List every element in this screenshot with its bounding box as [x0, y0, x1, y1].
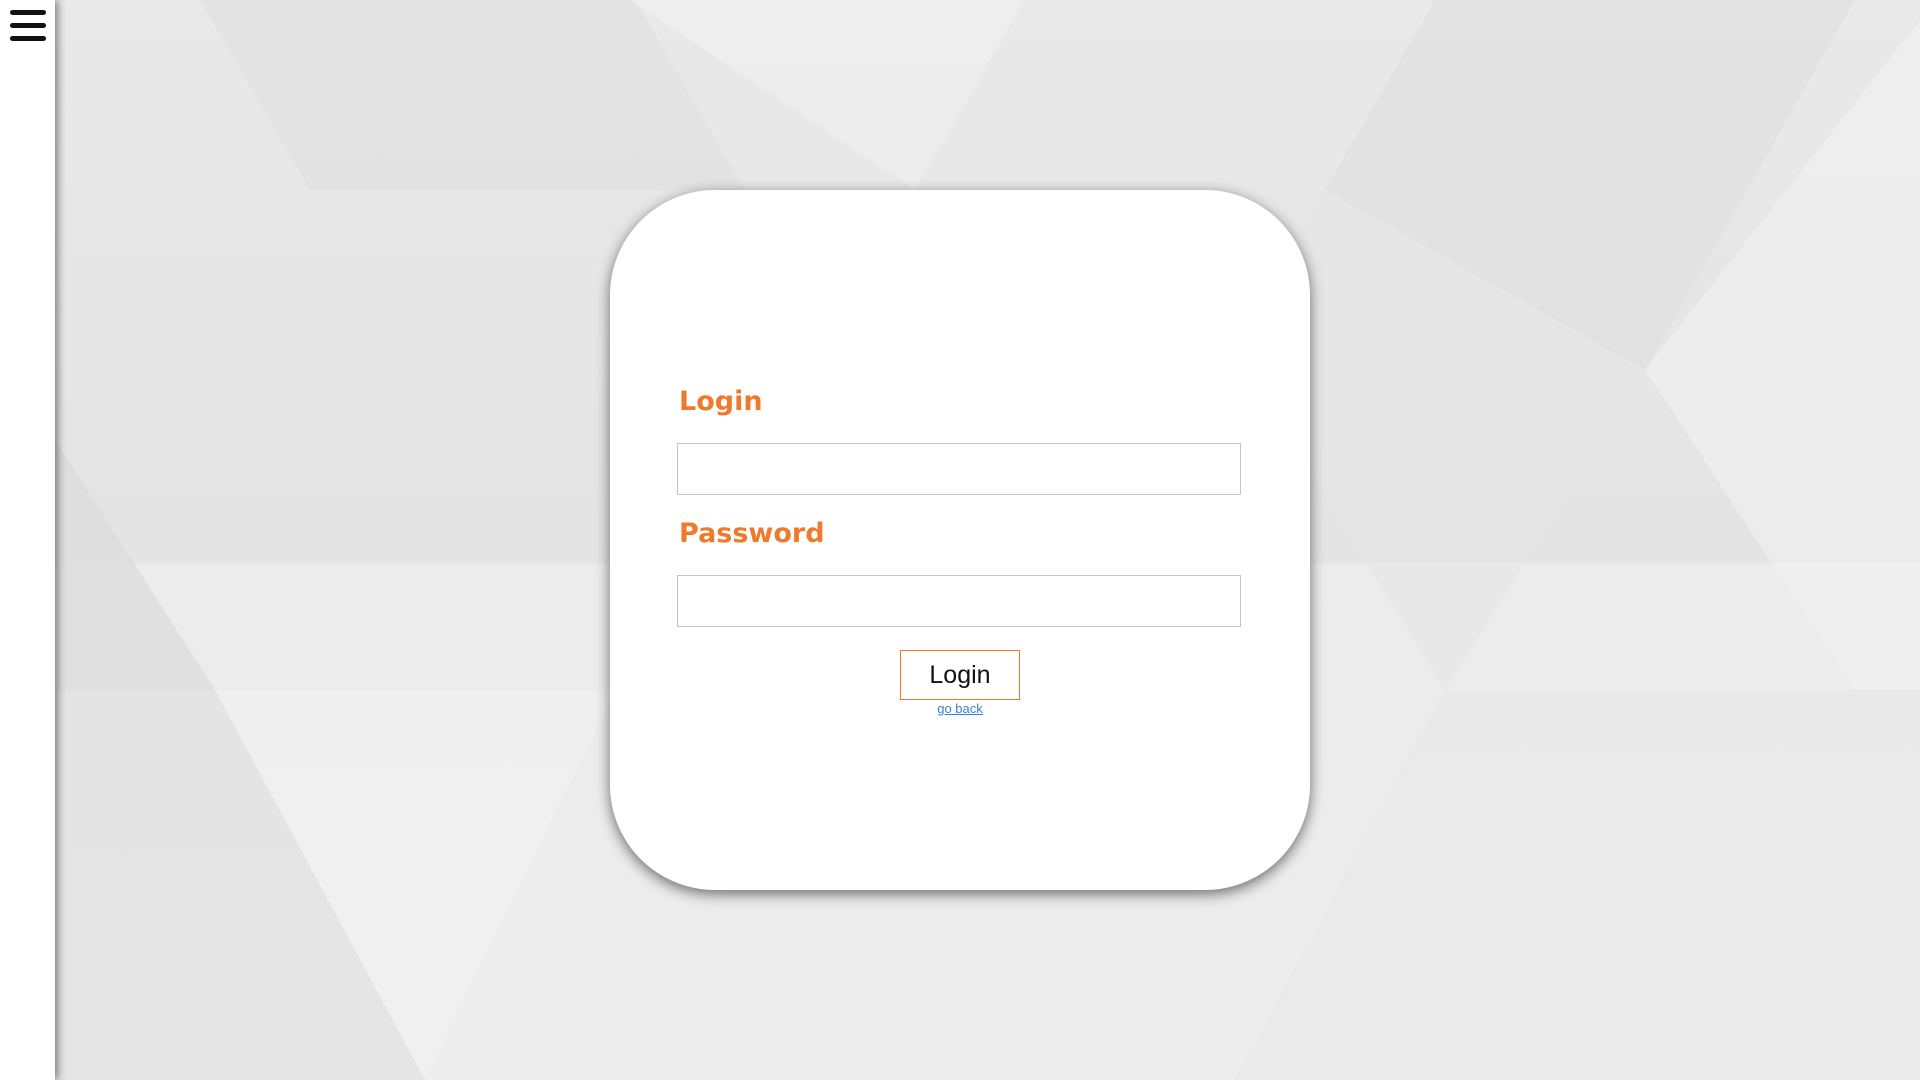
login-label: Login [679, 386, 763, 417]
go-back-link-text[interactable]: go back [937, 701, 983, 716]
login-button[interactable]: Login [900, 650, 1020, 700]
sidebar [0, 0, 55, 1080]
login-input[interactable] [677, 443, 1241, 495]
password-input[interactable] [677, 575, 1241, 627]
hamburger-menu-icon[interactable] [10, 10, 46, 42]
menu-icon-bar [10, 36, 46, 41]
login-card: Login Password Login go back [610, 190, 1310, 890]
password-label: Password [679, 518, 825, 549]
menu-icon-bar [10, 23, 46, 28]
go-back-link[interactable]: go back [610, 701, 1310, 716]
menu-icon-bar [10, 10, 46, 15]
